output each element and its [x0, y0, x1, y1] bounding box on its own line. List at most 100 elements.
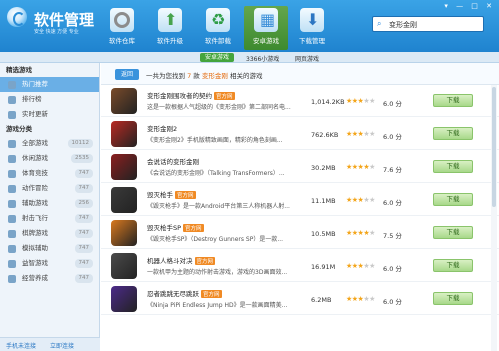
gamepad-icon — [8, 245, 16, 253]
app-size: 11.1MB — [311, 197, 336, 205]
app-name[interactable]: 毁灭枪手SP 官方网 — [147, 222, 204, 232]
app-size: 1,014.2KB — [311, 98, 345, 106]
game-row[interactable]: 会说话的变形金刚《会说话的变形金刚》（Talking TransFormers）… — [101, 151, 499, 183]
download-button[interactable]: 下载 — [433, 226, 473, 239]
scrollbar-thumb[interactable] — [492, 87, 496, 207]
app-icon[interactable] — [111, 286, 137, 312]
sidebar-item-category[interactable]: 益智游戏 747 — [0, 256, 99, 271]
tab-web-games[interactable]: 网页游戏 — [295, 54, 319, 63]
ranking-icon — [8, 96, 16, 104]
count-badge: 747 — [74, 259, 93, 268]
connect-link[interactable]: 立即连接 — [50, 341, 74, 350]
official-badge: 官方网 — [214, 92, 235, 100]
rating-stars: ★★★★★ — [346, 196, 375, 204]
count-badge: 256 — [74, 199, 93, 208]
app-score: 6.0 分 — [383, 265, 402, 273]
sub-tab-bar: 安卓游戏 3366小游戏 网页游戏 — [0, 52, 499, 63]
app-name[interactable]: 会说话的变形金刚 — [147, 156, 199, 166]
sidebar-item-category[interactable]: 经营养成 747 — [0, 271, 99, 286]
sidebar-item-category[interactable]: 辅助游戏 256 — [0, 196, 99, 211]
tab-android-games[interactable]: 安卓游戏 — [200, 53, 235, 62]
game-row[interactable]: 毁灭枪手 官方网 《毁灭枪手》是一款Android平台第三人称机器人射... 11.1… — [101, 184, 499, 216]
app-icon[interactable] — [111, 154, 137, 180]
flame-icon — [8, 81, 16, 89]
download-button[interactable]: 下载 — [433, 127, 473, 140]
sidebar-item-category[interactable]: 棋牌游戏 747 — [0, 226, 99, 241]
app-name[interactable]: 变形金刚2 — [147, 123, 177, 133]
app-size: 16.91M — [311, 263, 336, 271]
clock-icon — [8, 111, 16, 119]
chess-icon — [8, 230, 16, 238]
app-icon[interactable] — [111, 121, 137, 147]
toolbar-uninstall-button[interactable]: 软件卸载 — [196, 6, 240, 50]
search-icon[interactable]: ⌕ — [377, 19, 381, 29]
game-row[interactable]: 机器人格斗对决 官方网一款机甲为主题的动作射击游戏，游戏的3D画面效... 16.9… — [101, 250, 499, 282]
puzzle-icon — [8, 200, 16, 208]
recycle-icon — [206, 8, 230, 32]
cup-icon — [8, 155, 16, 163]
sidebar-item-ranking[interactable]: 排行榜 — [0, 92, 99, 107]
download-button[interactable]: 下载 — [433, 292, 473, 305]
game-row[interactable]: 忍者跳跳无尽跳跃 官方网 《Ninja PiPi Endless Jump HD》是… — [101, 283, 499, 315]
sidebar-item-category[interactable]: 模拟辅助 747 — [0, 241, 99, 256]
sidebar-item-hot[interactable]: 热门推荐 — [0, 77, 99, 92]
search-input[interactable]: 变形金刚 — [389, 20, 417, 30]
sidebar-item-category[interactable]: 动作冒险 747 — [0, 181, 99, 196]
download-button[interactable]: 下载 — [433, 259, 473, 272]
download-button[interactable]: 下载 — [433, 94, 473, 107]
sidebar-section-featured: 精选游戏 — [6, 66, 32, 74]
app-size: 762.6KB — [311, 131, 339, 139]
app-description: 《会说话的变形金刚》（Talking TransFormers）... — [147, 170, 285, 177]
app-icon[interactable] — [111, 88, 137, 114]
app-score: 6.0 分 — [383, 100, 402, 108]
sidebar-item-category[interactable]: 射击飞行 747 — [0, 211, 99, 226]
sidebar-item-updates[interactable]: 实时更新 — [0, 107, 99, 122]
results-summary: 一共为您找到 7 款 变形金刚 相关的游戏 — [146, 72, 263, 80]
rating-stars: ★★★★★ — [346, 229, 375, 237]
app-size: 30.2MB — [311, 164, 336, 172]
app-icon[interactable] — [111, 253, 137, 279]
app-description: 一款机甲为主题的动作射击游戏，游戏的3D画面效... — [147, 269, 288, 276]
app-name[interactable]: 毁灭枪手 官方网 — [147, 189, 196, 199]
toolbar-software-repo-button[interactable]: 软件仓库 — [100, 6, 144, 50]
count-badge: 747 — [74, 274, 93, 283]
sidebar: 精选游戏 热门推荐 排行榜 实时更新 游戏分类 全部游戏 10112 休闲游戏 25… — [0, 63, 100, 351]
app-icon[interactable] — [111, 220, 137, 246]
app-score: 7.6 分 — [383, 166, 402, 174]
app-name[interactable]: 机器人格斗对决 官方网 — [147, 255, 216, 265]
sidebar-section-categories: 游戏分类 — [6, 125, 32, 133]
official-badge: 官方网 — [175, 191, 196, 199]
disc-icon — [110, 8, 134, 32]
app-description: 《毁灭枪手SP》（Destroy Gunners SP）是一款... — [147, 236, 284, 243]
tab-mini-games[interactable]: 3366小游戏 — [246, 54, 279, 63]
toolbar-download-manager-button[interactable]: 下载管理 — [290, 6, 334, 50]
sidebar-item-category[interactable]: 体育竞技 747 — [0, 166, 99, 181]
plant-icon — [8, 275, 16, 283]
rating-stars: ★★★★★ — [346, 262, 375, 270]
search-box[interactable]: ⌕ 变形金刚 — [372, 16, 484, 32]
download-button[interactable]: 下载 — [433, 160, 473, 173]
toolbar-upgrade-button[interactable]: 软件升级 — [148, 6, 192, 50]
scrollbar[interactable] — [491, 85, 497, 351]
back-button[interactable]: 返回 — [115, 69, 139, 80]
app-name[interactable]: 变形金刚围攻者的契约 官方网 — [147, 90, 235, 100]
app-icon[interactable] — [111, 187, 137, 213]
game-row[interactable]: 毁灭枪手SP 官方网《毁灭枪手SP》（Destroy Gunners SP）是一款… — [101, 217, 499, 249]
sidebar-item-category[interactable]: 休闲游戏 2535 — [0, 151, 99, 166]
count-badge: 747 — [74, 169, 93, 178]
window-controls[interactable]: ▾ — □ ✕ — [444, 2, 495, 10]
app-score: 6.0 分 — [383, 199, 402, 207]
download-button[interactable]: 下载 — [433, 193, 473, 206]
rating-stars: ★★★★★ — [346, 130, 375, 138]
app-subtitle: 安全 快速 方便 专业 — [34, 29, 79, 35]
count-badge: 10112 — [67, 139, 93, 148]
app-score: 6.0 分 — [383, 298, 402, 306]
game-row[interactable]: 变形金刚围攻者的契约 官方网 这是一款根据人气超级的《变形金刚》第二部同名电... 1… — [101, 85, 499, 117]
upgrade-icon — [158, 8, 182, 32]
game-row[interactable]: 变形金刚2 《变形金刚2》手机版精致画面，精彩的角色刻画... 762.6KB ★★★… — [101, 118, 499, 150]
count-badge: 747 — [74, 229, 93, 238]
toolbar-android-games-button[interactable]: 安卓游戏 — [244, 6, 288, 50]
sidebar-item-category[interactable]: 全部游戏 10112 — [0, 136, 99, 151]
brain-icon — [8, 260, 16, 268]
app-name[interactable]: 忍者跳跳无尽跳跃 官方网 — [147, 288, 222, 298]
